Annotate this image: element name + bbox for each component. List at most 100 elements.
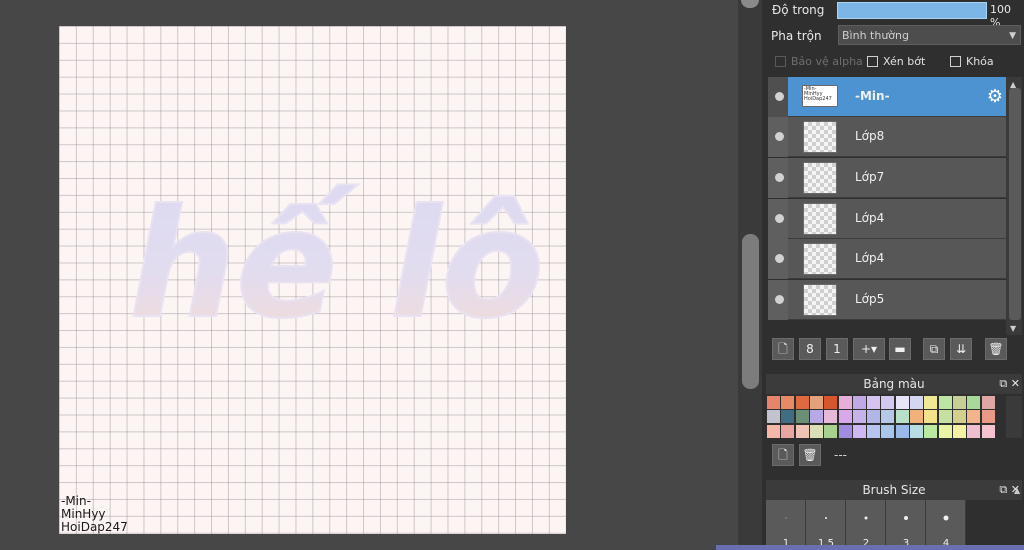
color-swatch[interactable] bbox=[895, 410, 909, 424]
color-swatch[interactable] bbox=[781, 410, 795, 424]
scroll-up-icon[interactable]: ▲ bbox=[1010, 80, 1016, 89]
color-swatch[interactable] bbox=[952, 396, 966, 409]
color-swatch[interactable] bbox=[924, 396, 938, 409]
brush-size-panel-header: Brush Size ⧉ ✕ bbox=[766, 480, 1022, 500]
layer-row[interactable]: Lớp5 bbox=[768, 280, 1006, 320]
color-swatch[interactable] bbox=[881, 424, 895, 438]
layer-name: Lớp7 bbox=[855, 170, 885, 184]
blend-mode-label: Pha trộn bbox=[771, 29, 822, 43]
visibility-toggle[interactable] bbox=[768, 199, 788, 239]
color-swatch[interactable] bbox=[809, 410, 823, 424]
blend-mode-select[interactable]: Bình thường ▼ bbox=[838, 25, 1021, 45]
color-swatch[interactable] bbox=[838, 410, 852, 424]
layer-row[interactable]: Lớp4 bbox=[768, 199, 1006, 239]
color-swatch[interactable] bbox=[767, 410, 780, 424]
color-swatch[interactable] bbox=[910, 424, 923, 438]
palette-panel-header: Bảng màu ⧉ ✕ bbox=[766, 374, 1022, 394]
canvas-scrollbar-thumb[interactable] bbox=[742, 234, 759, 389]
palette-scrollbar[interactable] bbox=[1006, 396, 1022, 438]
color-swatch[interactable] bbox=[881, 410, 895, 424]
merge-down-button[interactable]: ⇊ bbox=[950, 338, 972, 360]
protect-alpha-checkbox[interactable] bbox=[775, 56, 786, 67]
scroll-up-icon[interactable]: ▲ bbox=[1014, 486, 1020, 495]
layer-row[interactable]: Lớp4 bbox=[768, 239, 1006, 279]
color-swatch[interactable] bbox=[838, 424, 852, 438]
color-swatch[interactable] bbox=[881, 396, 895, 409]
color-swatch[interactable] bbox=[852, 396, 866, 409]
panel-popout-close-icons[interactable]: ⧉ ✕ bbox=[999, 374, 1020, 394]
color-swatch[interactable] bbox=[824, 410, 838, 424]
delete-layer-button[interactable]: 🗑 bbox=[985, 338, 1007, 360]
brush-dot bbox=[943, 515, 948, 521]
color-swatch[interactable] bbox=[781, 424, 795, 438]
color-swatch[interactable] bbox=[895, 424, 909, 438]
layer-row[interactable]: -Min- MinHyy HoiDap247 -Min- ⚙ bbox=[768, 77, 1006, 117]
visibility-toggle[interactable] bbox=[768, 280, 788, 320]
eye-icon bbox=[775, 92, 784, 101]
color-swatch[interactable] bbox=[795, 410, 809, 424]
color-swatch[interactable] bbox=[767, 424, 780, 438]
clipping-checkbox[interactable] bbox=[867, 56, 878, 67]
color-swatch[interactable] bbox=[795, 396, 809, 409]
color-swatch[interactable] bbox=[967, 396, 981, 409]
color-swatch[interactable] bbox=[895, 396, 909, 409]
color-swatch[interactable] bbox=[910, 410, 923, 424]
brush-size-option[interactable]: 4 bbox=[926, 500, 966, 550]
layer-list-scrollbar-thumb[interactable] bbox=[1009, 88, 1021, 320]
delete-palette-button[interactable]: 🗑 bbox=[799, 444, 821, 466]
color-swatch[interactable] bbox=[824, 396, 838, 409]
color-swatch[interactable] bbox=[967, 424, 981, 438]
chevron-down-icon: ▼ bbox=[1009, 31, 1016, 41]
new-1bit-layer-button[interactable]: 1 bbox=[826, 338, 848, 360]
color-swatch[interactable] bbox=[852, 424, 866, 438]
color-swatch[interactable] bbox=[981, 410, 995, 424]
color-swatch[interactable] bbox=[952, 410, 966, 424]
color-swatch[interactable] bbox=[981, 396, 995, 409]
status-strip bbox=[716, 545, 1024, 550]
new-folder-button[interactable]: ▬ bbox=[889, 338, 911, 360]
color-swatch[interactable] bbox=[809, 396, 823, 409]
visibility-toggle[interactable] bbox=[768, 77, 788, 117]
lock-label: Khóa bbox=[966, 55, 994, 68]
color-swatch[interactable] bbox=[938, 396, 952, 409]
visibility-toggle[interactable] bbox=[768, 239, 788, 279]
brush-size-option[interactable]: 1.5 bbox=[806, 500, 846, 550]
color-swatch[interactable] bbox=[910, 396, 923, 409]
gear-icon[interactable]: ⚙ bbox=[987, 86, 1003, 107]
color-swatch[interactable] bbox=[867, 424, 881, 438]
duplicate-layer-button[interactable]: ⧉ bbox=[923, 338, 945, 360]
color-swatch[interactable] bbox=[795, 424, 809, 438]
visibility-toggle[interactable] bbox=[768, 117, 788, 157]
visibility-toggle[interactable] bbox=[768, 158, 788, 198]
add-layer-menu-button[interactable]: +▾ bbox=[853, 338, 885, 360]
color-swatch[interactable] bbox=[867, 396, 881, 409]
color-swatch[interactable] bbox=[924, 410, 938, 424]
color-swatch[interactable] bbox=[981, 424, 995, 438]
color-swatch[interactable] bbox=[967, 410, 981, 424]
brush-size-option[interactable]: 1 bbox=[766, 500, 806, 550]
brush-size-option[interactable]: 3 bbox=[886, 500, 926, 550]
color-swatch[interactable] bbox=[809, 424, 823, 438]
color-swatch[interactable] bbox=[852, 410, 866, 424]
new-8bit-layer-button[interactable]: 8 bbox=[799, 338, 821, 360]
color-swatch[interactable] bbox=[781, 396, 795, 409]
scroll-down-icon[interactable]: ▼ bbox=[1010, 324, 1016, 333]
color-swatch[interactable] bbox=[938, 424, 952, 438]
brush-size-option[interactable]: 2 bbox=[846, 500, 886, 550]
new-file-icon: 🗋 bbox=[778, 448, 788, 462]
opacity-slider[interactable] bbox=[837, 2, 987, 19]
color-swatch[interactable] bbox=[867, 410, 881, 424]
layer-row[interactable]: Lớp8 bbox=[768, 117, 1006, 157]
lock-checkbox[interactable] bbox=[950, 56, 961, 67]
layer-row[interactable]: Lớp7 bbox=[768, 158, 1006, 198]
watermark-line-3: HoiDap247 bbox=[61, 520, 128, 534]
color-swatch[interactable] bbox=[838, 396, 852, 409]
color-swatch[interactable] bbox=[952, 424, 966, 438]
color-swatch[interactable] bbox=[767, 396, 780, 409]
new-layer-button[interactable]: 🗋 bbox=[772, 338, 794, 360]
drawing-canvas[interactable]: hế lô -Min- MinHyy HoiDap247 bbox=[59, 26, 566, 534]
new-palette-button[interactable]: 🗋 bbox=[772, 444, 794, 466]
color-swatch[interactable] bbox=[824, 424, 838, 438]
color-swatch[interactable] bbox=[938, 410, 952, 424]
color-swatch[interactable] bbox=[924, 424, 938, 438]
